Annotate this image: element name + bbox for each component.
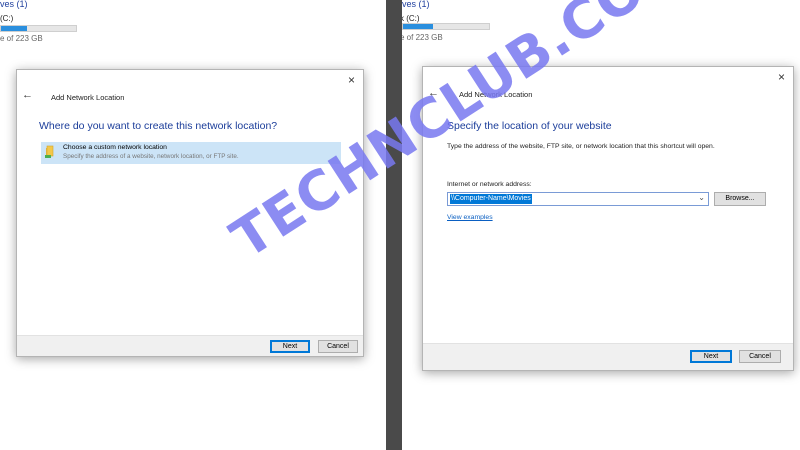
left-screenshot-pane: ives (1) (C:) e of 223 GB × ← Add Networ… — [0, 0, 386, 450]
custom-network-location-option[interactable]: Choose a custom network location Specify… — [41, 142, 341, 164]
drive-name[interactable]: (C:) — [0, 14, 13, 23]
chevron-down-icon[interactable]: ⌄ — [698, 193, 705, 202]
drives-section-header: ives (1) — [402, 0, 430, 9]
page-heading: Where do you want to create this network… — [39, 120, 278, 132]
next-button[interactable]: Next — [270, 340, 310, 353]
view-examples-link[interactable]: View examples — [447, 214, 493, 221]
address-input-value: \\Computer-Name\Movies — [450, 194, 532, 204]
back-arrow-icon[interactable]: ← — [22, 89, 33, 101]
dialog-description: Type the address of the website, FTP sit… — [447, 143, 715, 150]
dialog-footer: Next Cancel — [423, 343, 793, 370]
dialog-title: Add Network Location — [51, 93, 125, 102]
cancel-button[interactable]: Cancel — [739, 350, 781, 363]
browse-button[interactable]: Browse... — [714, 192, 766, 206]
folder-network-icon — [45, 145, 54, 158]
drive-free-space: e of 223 GB — [402, 33, 443, 42]
next-button[interactable]: Next — [690, 350, 732, 363]
close-icon[interactable]: × — [348, 73, 355, 87]
drive-usage-fill — [403, 24, 434, 29]
drive-usage-fill — [1, 26, 28, 31]
drive-free-space: e of 223 GB — [0, 34, 43, 43]
drive-usage-bar — [0, 25, 77, 32]
address-input[interactable]: \\Computer-Name\Movies ⌄ — [447, 192, 709, 206]
cancel-button[interactable]: Cancel — [318, 340, 358, 353]
drive-usage-bar — [402, 23, 490, 30]
drives-section-header: ives (1) — [0, 0, 28, 9]
address-field-label: Internet or network address: — [447, 181, 532, 188]
image-divider — [386, 0, 402, 450]
close-icon[interactable]: × — [778, 70, 785, 84]
dialog-footer: Next Cancel — [17, 335, 363, 356]
option-title: Choose a custom network location — [63, 144, 167, 151]
option-description: Specify the address of a website, networ… — [63, 153, 239, 160]
drive-name[interactable]: k (C:) — [402, 14, 420, 23]
